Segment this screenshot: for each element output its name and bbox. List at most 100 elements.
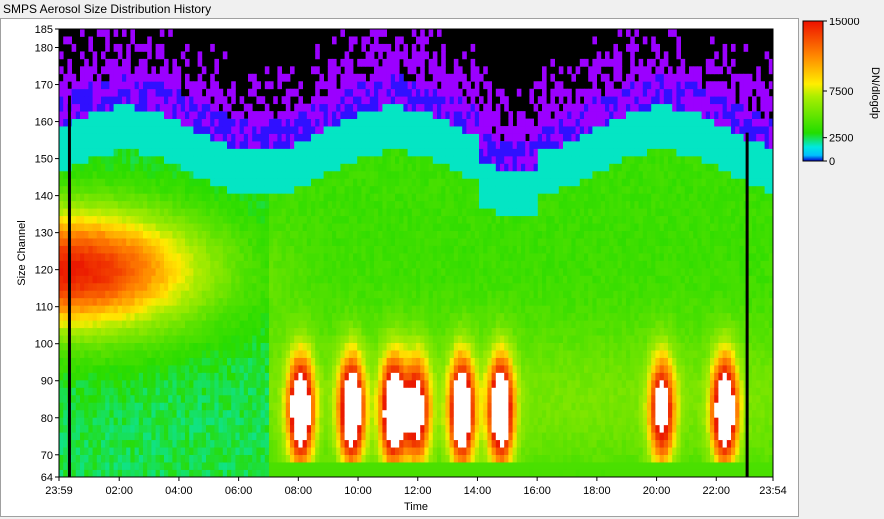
heatmap-cell bbox=[113, 432, 119, 441]
heatmap-cell bbox=[101, 267, 106, 276]
heatmap-cell bbox=[340, 260, 345, 269]
heatmap-cell bbox=[336, 432, 341, 441]
heatmap-cell bbox=[411, 432, 417, 441]
heatmap-cell bbox=[193, 103, 198, 112]
heatmap-cell bbox=[159, 81, 165, 90]
heatmap-cell bbox=[411, 223, 417, 231]
heatmap-cell bbox=[105, 335, 110, 343]
heatmap-cell bbox=[126, 394, 131, 403]
heatmap-cell bbox=[374, 312, 379, 321]
heatmap-cell bbox=[369, 245, 375, 254]
heatmap-cell bbox=[80, 103, 85, 112]
heatmap-cell bbox=[428, 394, 434, 403]
heatmap-cell bbox=[239, 133, 245, 142]
heatmap-cell bbox=[243, 170, 249, 179]
heatmap-cell bbox=[248, 223, 253, 231]
heatmap-cell bbox=[147, 469, 152, 478]
heatmap-cell bbox=[138, 81, 144, 90]
heatmap-cell bbox=[357, 402, 362, 411]
heatmap-cell bbox=[101, 141, 106, 149]
heatmap-cell bbox=[218, 111, 224, 119]
heatmap-cell bbox=[84, 118, 89, 127]
heatmap-cell bbox=[113, 447, 119, 455]
heatmap-cell bbox=[130, 297, 135, 306]
heatmap-cell bbox=[411, 290, 417, 299]
heatmap-cell bbox=[382, 469, 387, 478]
heatmap-cell bbox=[84, 133, 89, 142]
heatmap-cell bbox=[126, 432, 131, 441]
heatmap-cell bbox=[369, 267, 375, 276]
heatmap-cell bbox=[386, 88, 392, 97]
heatmap-cell bbox=[189, 141, 194, 149]
heatmap-cell bbox=[256, 379, 261, 388]
heatmap-cell bbox=[92, 424, 98, 433]
heatmap-cell bbox=[164, 447, 169, 455]
heatmap-cell bbox=[197, 103, 203, 112]
heatmap-cell bbox=[290, 66, 295, 75]
heatmap-cell bbox=[122, 320, 127, 329]
heatmap-cell bbox=[231, 447, 236, 455]
heatmap-cell bbox=[252, 342, 257, 351]
heatmap-cell bbox=[218, 126, 224, 134]
heatmap-cell bbox=[130, 193, 135, 202]
heatmap-cell bbox=[285, 141, 291, 149]
heatmap-cell bbox=[290, 320, 295, 329]
heatmap-cell bbox=[420, 267, 425, 276]
heatmap-cell bbox=[59, 402, 64, 411]
heatmap-cell bbox=[113, 297, 119, 306]
heatmap-cell bbox=[395, 73, 400, 82]
heatmap-cell bbox=[357, 394, 362, 403]
heatmap-cell bbox=[386, 350, 392, 358]
heatmap-cell bbox=[416, 88, 421, 97]
heatmap-cell bbox=[294, 148, 299, 157]
heatmap-cell bbox=[126, 170, 131, 179]
heatmap-cell bbox=[151, 178, 156, 187]
heatmap-cell bbox=[155, 297, 161, 306]
heatmap-cell bbox=[332, 96, 337, 105]
heatmap-cell bbox=[327, 245, 333, 254]
heatmap-cell bbox=[264, 155, 270, 164]
heatmap-cell bbox=[117, 297, 123, 306]
heatmap-cell bbox=[353, 245, 358, 254]
heatmap-cell bbox=[134, 267, 140, 276]
heatmap-cell bbox=[269, 185, 274, 194]
heatmap-cell bbox=[75, 379, 81, 388]
heatmap-cell bbox=[264, 238, 270, 246]
heatmap-cell bbox=[134, 462, 140, 470]
heatmap-cell bbox=[71, 88, 77, 97]
heatmap-cell bbox=[159, 155, 165, 164]
heatmap-cell bbox=[432, 51, 438, 60]
heatmap-cell bbox=[143, 417, 148, 426]
heatmap-cell bbox=[138, 230, 144, 239]
heatmap-cell bbox=[84, 342, 89, 351]
heatmap-cell bbox=[311, 193, 316, 202]
heatmap-cell bbox=[386, 43, 392, 52]
heatmap-cell bbox=[336, 417, 341, 426]
heatmap-cell bbox=[336, 163, 341, 172]
heatmap-cell bbox=[315, 238, 320, 246]
heatmap-cell bbox=[264, 230, 270, 239]
heatmap-cell bbox=[164, 335, 169, 343]
heatmap-cell bbox=[386, 357, 392, 366]
heatmap-cell bbox=[243, 387, 249, 396]
heatmap-cell bbox=[126, 282, 131, 291]
heatmap-cell bbox=[302, 417, 308, 426]
heatmap-cell bbox=[348, 372, 354, 381]
heatmap-cell bbox=[201, 372, 207, 381]
heatmap-cell bbox=[71, 111, 77, 119]
heatmap-cell bbox=[315, 372, 320, 381]
heatmap-cell bbox=[332, 200, 337, 209]
heatmap-cell bbox=[327, 58, 333, 67]
heatmap-cell bbox=[252, 267, 257, 276]
heatmap-cell bbox=[273, 178, 278, 187]
heatmap-cell bbox=[155, 447, 161, 455]
heatmap-cell bbox=[369, 402, 375, 411]
heatmap-cell bbox=[428, 200, 434, 209]
heatmap-cell bbox=[407, 245, 413, 254]
heatmap-cell bbox=[172, 327, 177, 336]
heatmap-cell bbox=[437, 208, 442, 217]
heatmap-cell bbox=[63, 327, 68, 336]
heatmap-cell bbox=[365, 118, 371, 127]
heatmap-cell bbox=[88, 387, 93, 396]
heatmap-cell bbox=[269, 447, 274, 455]
